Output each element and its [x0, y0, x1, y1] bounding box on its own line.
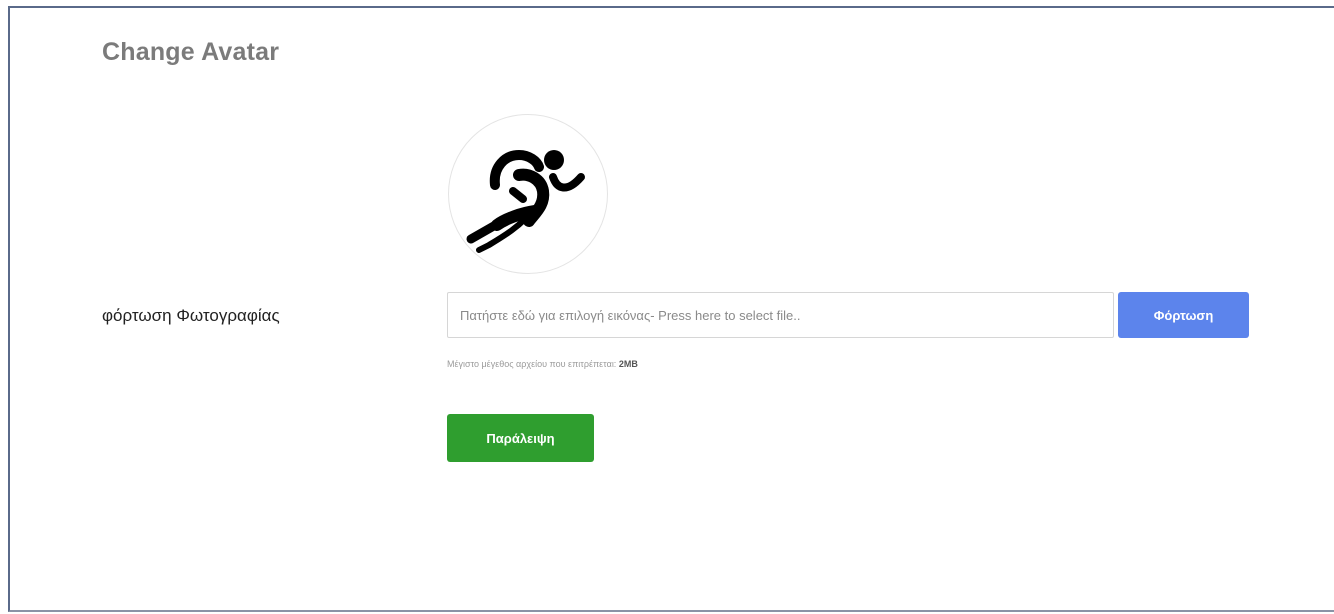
file-select-placeholder: Πατήστε εδώ για επιλογή εικόνας- Press h… — [460, 307, 801, 323]
max-file-size-text: Μέγιστο μέγεθος αρχείου που επιτρέπεται: — [447, 359, 617, 369]
runner-icon — [466, 149, 585, 253]
upload-photo-label: φόρτωση Φωτογραφίας — [102, 306, 280, 325]
max-file-size-hint: Μέγιστο μέγεθος αρχείου που επιτρέπεται:… — [447, 359, 638, 369]
max-file-size-value: 2MB — [618, 359, 638, 369]
page-title: Change Avatar — [102, 38, 280, 66]
skip-button[interactable]: Παράλειψη — [447, 414, 594, 462]
upload-button[interactable]: Φόρτωση — [1118, 292, 1249, 338]
avatar — [448, 114, 608, 274]
file-select-input[interactable]: Πατήστε εδώ για επιλογή εικόνας- Press h… — [447, 292, 1114, 338]
page-frame: Change Avatar φόρτωση Φωτογραφίας Πατήστ… — [8, 6, 1334, 612]
